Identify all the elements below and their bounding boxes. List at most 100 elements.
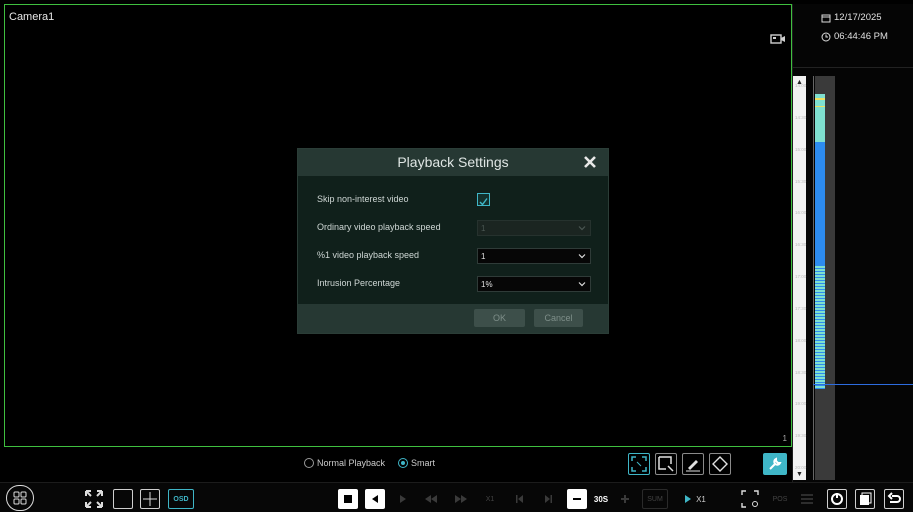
return-icon (887, 492, 901, 503)
quad-grid-icon (143, 492, 157, 506)
smart-playback-radio[interactable] (398, 458, 408, 468)
snapshot-button[interactable] (739, 489, 761, 509)
chevron-down-icon (578, 226, 586, 231)
intrusion-select[interactable]: 1% (477, 276, 591, 292)
rewind-button[interactable] (421, 489, 441, 509)
back-button[interactable] (884, 489, 904, 509)
smart-playback-option[interactable]: Smart (398, 458, 435, 468)
plus-icon (621, 495, 629, 503)
draw-area-button[interactable] (655, 453, 677, 475)
timeline-cursor[interactable] (813, 384, 913, 385)
step-forward-button[interactable] (538, 489, 558, 509)
check-icon (479, 198, 488, 206)
playback-settings-dialog: Playback Settings Skip non-interest vide… (297, 148, 609, 334)
timeline-tick: 15:30 (795, 178, 807, 184)
timeline-track[interactable] (815, 76, 835, 480)
channel-number: 1 (782, 434, 787, 443)
draw-line-button[interactable] (682, 453, 704, 475)
export-button[interactable] (855, 489, 875, 509)
time-text: 06:44:46 PM (834, 31, 888, 42)
clear-area-button[interactable] (709, 453, 731, 475)
interest-speed-row: %1 video playback speed 1 (317, 248, 593, 264)
date-text: 12/17/2025 (834, 12, 882, 23)
step-back-icon (516, 495, 523, 503)
bottom-toolbar: OSD X1 30S SUM X1 POS (0, 482, 913, 512)
reverse-play-button[interactable] (365, 489, 385, 509)
play-speed-icon (685, 495, 692, 503)
timeline[interactable]: ▲ ▼ 14:00 14:30 15:00 15:30 16:00 16:30 17:00 1… (793, 72, 913, 482)
rewind-icon (425, 495, 437, 503)
normal-playback-option[interactable]: Normal Playback (304, 458, 385, 468)
timeline-tick: 16:00 (795, 210, 807, 216)
close-icon[interactable] (582, 154, 598, 170)
quad-view-button[interactable] (140, 489, 160, 509)
timeline-tick: 16:30 (795, 242, 807, 248)
recording-segment (815, 94, 825, 142)
skip-label: Skip non-interest video (317, 194, 409, 204)
timeline-ticks: 14:00 14:30 15:00 15:30 16:00 16:30 17:00 17:30… (795, 83, 813, 470)
interest-speed-value: 1 (481, 252, 486, 261)
record-camera-icon (770, 34, 785, 44)
stop-button[interactable] (338, 489, 358, 509)
start-menu-button[interactable] (6, 485, 34, 511)
chevron-down-icon (578, 282, 586, 287)
reverse-play-icon (372, 495, 378, 503)
event-list-button[interactable] (797, 489, 817, 509)
fast-forward-button[interactable] (451, 489, 471, 509)
skip-checkbox[interactable] (477, 193, 490, 206)
chevron-down-icon (578, 254, 586, 259)
backup-button[interactable] (827, 489, 847, 509)
osd-button[interactable]: OSD (168, 489, 194, 509)
timeline-tick: 17:30 (795, 305, 807, 311)
draw-rect-icon (658, 456, 674, 472)
clock-icon (821, 32, 831, 41)
normal-playback-label: Normal Playback (317, 458, 386, 468)
list-icon (801, 494, 813, 504)
intrusion-label: Intrusion Percentage (317, 278, 401, 288)
play-icon (400, 495, 406, 503)
timeline-tick: 14:00 (795, 83, 807, 88)
timeline-tick: 18:00 (795, 337, 807, 343)
minus-icon (573, 498, 581, 500)
single-view-button[interactable] (113, 489, 133, 509)
interest-speed-select[interactable]: 1 (477, 248, 591, 264)
dialog-header: Playback Settings (298, 149, 608, 176)
stop-icon (344, 495, 352, 503)
settings-button[interactable] (763, 453, 787, 475)
ok-button[interactable]: OK (474, 309, 525, 327)
intrusion-row: Intrusion Percentage 1% (317, 276, 593, 292)
ordinary-speed-row: Ordinary video playback speed 1 (317, 220, 593, 236)
zoom-area-icon (741, 490, 759, 508)
skip-back-button[interactable] (567, 489, 587, 509)
timeline-tick: 20:00 (795, 465, 807, 470)
calendar-icon (821, 14, 831, 22)
cancel-button[interactable]: Cancel (534, 309, 583, 327)
skip-forward-button[interactable] (615, 489, 635, 509)
recording-segment (815, 388, 825, 389)
fullscreen-icon (85, 490, 103, 508)
timeline-tick: 14:30 (795, 114, 807, 120)
dialog-footer: OK Cancel (298, 304, 608, 333)
intrusion-value: 1% (481, 280, 493, 289)
fullscreen-button[interactable] (84, 489, 104, 509)
speed-value: X1 (696, 494, 706, 504)
skip-row: Skip non-interest video (317, 192, 593, 208)
recording-segment (815, 106, 825, 107)
timeline-tick: 19:30 (795, 433, 807, 439)
grid-menu-icon (13, 491, 27, 505)
speed-indicator: X1 (678, 489, 712, 509)
full-screen-area-button[interactable] (628, 453, 650, 475)
sum-button[interactable]: SUM (642, 489, 668, 509)
timeline-tick: 19:00 (795, 401, 807, 407)
play-button[interactable] (393, 489, 413, 509)
timeline-panel: 12/17/2025 06:44:46 PM ▲ ▼ 14:00 14:30 15:… (792, 4, 913, 482)
timeline-tick: 17:00 (795, 274, 807, 279)
smart-playback-label: Smart (411, 458, 436, 468)
ordinary-speed-select: 1 (477, 220, 591, 236)
interest-speed-label: %1 video playback speed (317, 250, 420, 260)
time-row: 06:44:46 PM (821, 31, 888, 42)
skip-interval: 30S (593, 494, 609, 504)
pos-button[interactable]: POS (769, 489, 791, 509)
step-back-button[interactable] (510, 489, 530, 509)
normal-playback-radio[interactable] (304, 458, 314, 468)
